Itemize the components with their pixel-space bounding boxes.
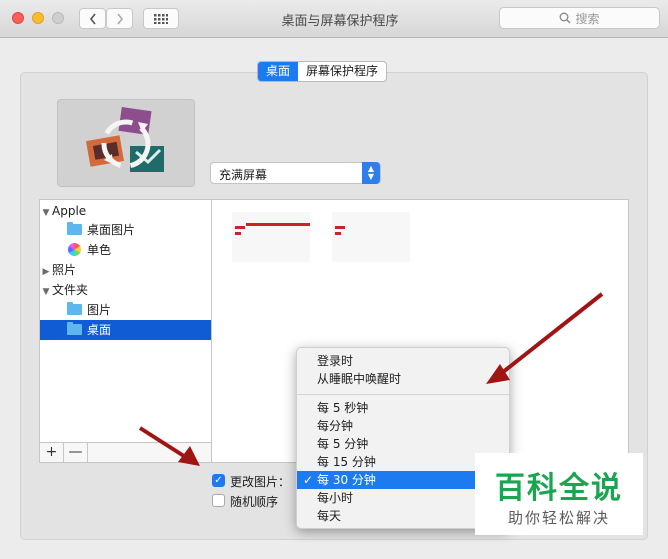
color-wheel-icon [68, 243, 81, 256]
tab-bar: 桌面 屏幕保护程序 [257, 61, 388, 82]
sidebar-item-desktop-pictures[interactable]: 桌面图片 [40, 220, 211, 240]
minimize-window-button[interactable] [32, 12, 44, 24]
zoom-window-button[interactable] [52, 12, 64, 24]
sidebar-item-label: 桌面 [87, 323, 112, 337]
desktop-preview [57, 99, 195, 187]
menu-item-5-minutes[interactable]: 每 5 分钟 [297, 435, 509, 453]
add-folder-button[interactable]: + [40, 443, 64, 462]
watermark-subtitle: 助你轻松解决 [507, 509, 610, 527]
title-bar: 桌面与屏幕保护程序 搜索 [0, 0, 668, 38]
search-field[interactable]: 搜索 [499, 7, 660, 29]
folder-icon [67, 322, 82, 335]
folder-icon [67, 222, 82, 235]
picture-thumbnail[interactable] [332, 212, 410, 262]
change-picture-checkbox[interactable]: ✓ [212, 474, 225, 487]
sidebar-group-folders[interactable]: ▼ 文件夹 [40, 280, 211, 300]
menu-separator [297, 394, 509, 395]
tab-screensaver[interactable]: 屏幕保护程序 [298, 62, 386, 81]
menu-item-every-minute[interactable]: 每分钟 [297, 417, 509, 435]
remove-folder-button[interactable]: — [64, 443, 88, 462]
search-icon [560, 12, 571, 24]
chevron-left-icon [89, 13, 96, 24]
close-window-button[interactable] [12, 12, 24, 24]
sidebar-item-label: 桌面图片 [87, 223, 136, 237]
sidebar-item-desktop[interactable]: 桌面 [40, 320, 211, 340]
watermark: 百科全说 助你轻松解决 [475, 453, 643, 535]
sidebar-item-solid-colors[interactable]: 单色 [40, 240, 211, 260]
random-order-checkbox[interactable] [212, 494, 225, 507]
fill-mode-select[interactable]: 充满屏幕 ▲ ▼ [210, 162, 381, 184]
pictures-folder-icon [67, 302, 82, 315]
source-list-footer: + — [39, 442, 212, 463]
sidebar-item-label: 文件夹 [52, 283, 89, 297]
menu-item-login[interactable]: 登录时 [297, 352, 509, 370]
fill-mode-value: 充满屏幕 [219, 168, 268, 182]
window-title: 桌面与屏幕保护程序 [281, 14, 399, 29]
checkmark-icon: ✓ [303, 473, 314, 487]
random-order-label: 随机顺序 [230, 495, 279, 509]
menu-item-wake[interactable]: 从睡眠中唤醒时 [297, 370, 509, 388]
sidebar-group-photos[interactable]: ▶ 照片 [40, 260, 211, 280]
chevron-updown-icon: ▲ ▼ [362, 162, 380, 184]
tab-desktop[interactable]: 桌面 [258, 62, 299, 81]
rotating-pictures-icon [86, 107, 164, 172]
sidebar-item-label: 照片 [52, 263, 77, 277]
sidebar-item-label: Apple [52, 204, 87, 218]
forward-button[interactable] [106, 8, 133, 29]
disclosure-open-icon[interactable]: ▼ [40, 282, 52, 302]
grid-icon [154, 13, 168, 24]
disclosure-closed-icon[interactable]: ▶ [40, 262, 52, 282]
menu-item-label: 每 30 分钟 [317, 473, 376, 487]
back-button[interactable] [79, 8, 106, 29]
picture-thumbnail[interactable] [232, 212, 310, 262]
watermark-title: 百科全说 [495, 471, 623, 506]
sidebar-item-pictures[interactable]: 图片 [40, 300, 211, 320]
search-placeholder: 搜索 [575, 11, 600, 26]
sidebar-item-label: 单色 [87, 243, 112, 257]
sidebar-group-apple[interactable]: ▼ Apple [40, 201, 211, 221]
menu-item-5-seconds[interactable]: 每 5 秒钟 [297, 399, 509, 417]
source-list: ▼ Apple 桌面图片 单色 ▶ 照片 ▼ 文件夹 图片 桌面 [39, 199, 212, 463]
chevron-right-icon [116, 13, 123, 24]
sidebar-item-label: 图片 [87, 303, 112, 317]
show-all-button[interactable] [143, 8, 179, 29]
change-picture-label: 更改图片： [230, 475, 291, 489]
